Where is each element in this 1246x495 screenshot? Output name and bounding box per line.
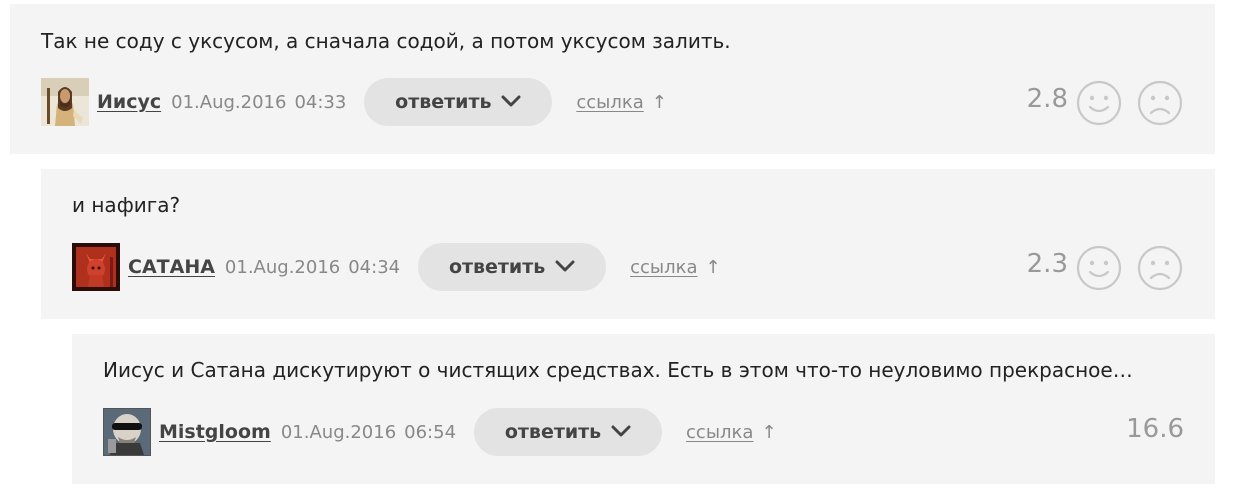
- reply-label: ответить: [504, 421, 602, 443]
- comment-time: 06:54: [404, 421, 457, 443]
- comment-2: и нафига? САТАНА 01.Aug.2016 04:34 ответ…: [41, 169, 1215, 319]
- author-link[interactable]: Иисус: [97, 91, 161, 113]
- avatar[interactable]: [72, 243, 120, 291]
- comment-score: 2.8: [1026, 84, 1068, 114]
- reply-label: ответить: [448, 256, 546, 278]
- reply-label: ответить: [395, 91, 492, 113]
- comment-meta: Mistgloom 01.Aug.2016 06:54 ответить ссы…: [103, 408, 777, 456]
- up-arrow-icon: ↑: [761, 421, 777, 443]
- comment-3: Иисус и Сатана дискутируют о чистящих ср…: [72, 334, 1215, 484]
- permalink[interactable]: ссылка ↑: [576, 92, 667, 113]
- comment-score: 16.6: [1126, 414, 1184, 444]
- chevron-down-icon: [555, 256, 575, 278]
- smile-icon[interactable]: [1076, 245, 1122, 291]
- avatar[interactable]: [103, 408, 151, 456]
- comment-1: Так не соду с уксусом, а сначала содой, …: [10, 4, 1215, 154]
- comment-meta: Иисус 01.Aug.2016 04:33 ответить ссылка ↑: [41, 78, 667, 126]
- comment-text: Иисус и Сатана дискутируют о чистящих ср…: [103, 358, 1133, 382]
- frown-icon[interactable]: [1137, 245, 1183, 291]
- comment-time: 04:34: [348, 256, 401, 278]
- comment-text: и нафига?: [72, 193, 181, 217]
- frown-icon[interactable]: [1137, 80, 1183, 126]
- permalink-label: ссылка: [686, 421, 754, 443]
- reply-button[interactable]: ответить: [364, 78, 553, 126]
- permalink-label: ссылка: [576, 91, 644, 113]
- comment-date: 01.Aug.2016: [224, 256, 341, 278]
- author-link[interactable]: Mistgloom: [159, 421, 271, 443]
- permalink[interactable]: ссылка ↑: [686, 422, 777, 443]
- avatar[interactable]: [41, 78, 89, 126]
- permalink[interactable]: ссылка ↑: [630, 257, 721, 278]
- chevron-down-icon: [501, 91, 521, 113]
- up-arrow-icon: ↑: [651, 91, 667, 113]
- permalink-label: ссылка: [630, 256, 698, 278]
- reply-button[interactable]: ответить: [474, 408, 663, 456]
- comment-time: 04:33: [294, 91, 347, 113]
- comment-date: 01.Aug.2016: [280, 421, 397, 443]
- comment-meta: САТАНА 01.Aug.2016 04:34 ответить ссылка…: [72, 243, 721, 291]
- comment-date: 01.Aug.2016: [171, 91, 287, 113]
- author-link[interactable]: САТАНА: [128, 256, 215, 278]
- chevron-down-icon: [611, 421, 631, 443]
- up-arrow-icon: ↑: [705, 256, 721, 278]
- reply-button[interactable]: ответить: [418, 243, 607, 291]
- smile-icon[interactable]: [1076, 80, 1122, 126]
- comment-score: 2.3: [1026, 249, 1068, 279]
- comment-text: Так не соду с уксусом, а сначала содой, …: [41, 29, 731, 53]
